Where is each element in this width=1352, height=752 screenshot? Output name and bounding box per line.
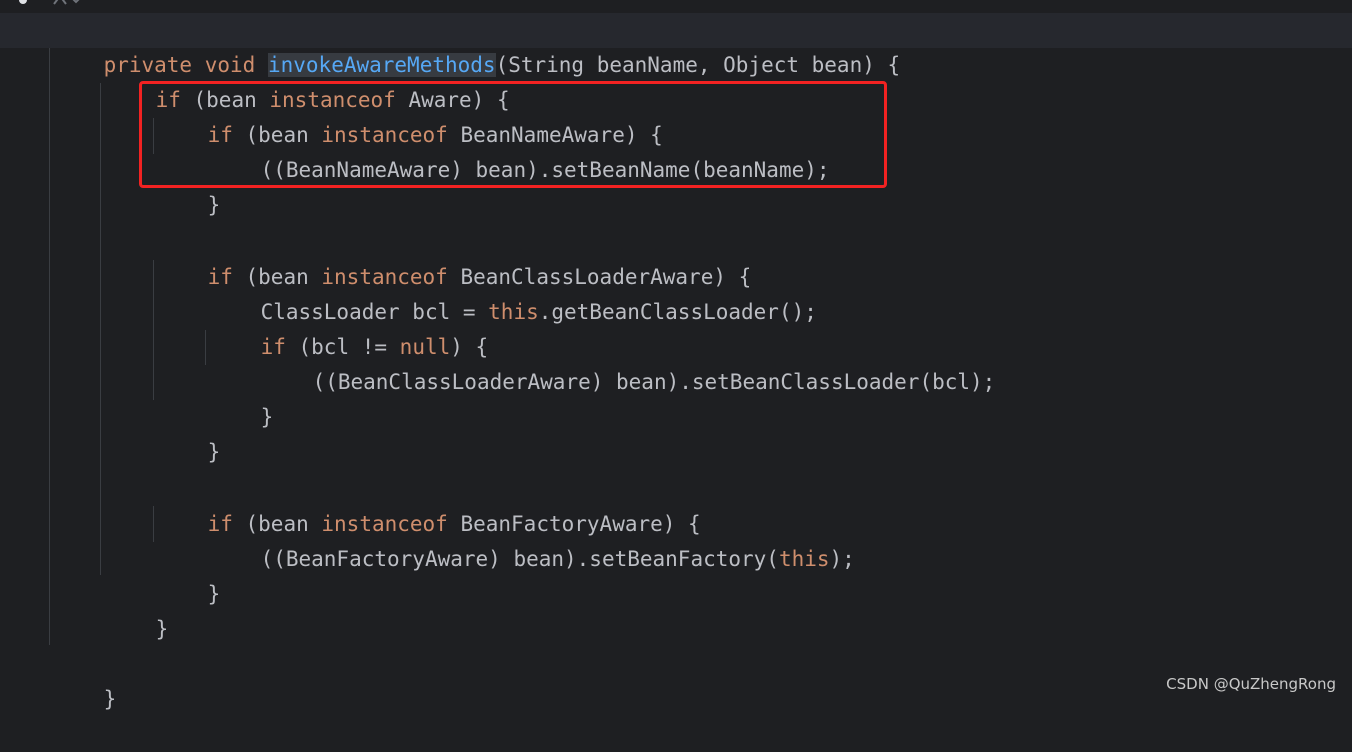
code-line-close-brace[interactable]: } bbox=[0, 542, 221, 606]
code-line-close-brace[interactable]: } bbox=[0, 647, 117, 711]
code-line-method-signature[interactable]: private void invokeAwareMethods(String b… bbox=[0, 13, 1352, 77]
gutter-marker-icon[interactable] bbox=[18, 0, 28, 4]
code-line-beanclassloaderaware-check[interactable]: if (bean instanceof BeanClassLoaderAware… bbox=[0, 225, 752, 289]
annotation-highlight-box bbox=[139, 81, 887, 188]
code-text: ((BeanFactoryAware) bean).setBeanFactory… bbox=[260, 547, 779, 571]
code-editor[interactable]: private void invokeAwareMethods(String b… bbox=[0, 0, 1352, 711]
code-text: ((BeanClassLoaderAware) bean).setBeanCla… bbox=[312, 370, 996, 394]
code-line-close-brace[interactable]: } bbox=[0, 400, 221, 464]
close-brace: } bbox=[207, 582, 221, 606]
code-line-beanfactoryaware-check[interactable]: if (bean instanceof BeanFactoryAware) { bbox=[0, 472, 701, 536]
code-line-close-brace[interactable]: } bbox=[0, 577, 169, 641]
close-brace: } bbox=[155, 617, 169, 641]
code-text: .getBeanClassLoader(); bbox=[538, 300, 817, 324]
method-params: (String beanName, Object bean) { bbox=[495, 53, 901, 77]
close-brace: } bbox=[207, 193, 221, 217]
code-text: ); bbox=[829, 547, 855, 571]
watermark: CSDN @QuZhengRong bbox=[1166, 675, 1336, 693]
override-gutter-icon[interactable] bbox=[52, 0, 82, 6]
close-brace: } bbox=[207, 440, 221, 464]
code-line-setbeanclassloader[interactable]: ((BeanClassLoaderAware) bean).setBeanCla… bbox=[0, 330, 996, 394]
code-line-aware-check[interactable]: if (bean instanceof Aware) { bbox=[0, 48, 510, 112]
code-line-close-brace[interactable]: } bbox=[0, 365, 274, 429]
close-brace: } bbox=[260, 405, 274, 429]
keyword-this: this bbox=[778, 547, 830, 571]
code-line-classloader-decl[interactable]: ClassLoader bcl = this.getBeanClassLoade… bbox=[0, 260, 817, 324]
code-line-setbeanfactory[interactable]: ((BeanFactoryAware) bean).setBeanFactory… bbox=[0, 507, 855, 571]
close-brace: } bbox=[103, 687, 117, 711]
keyword-this: this bbox=[488, 300, 539, 324]
code-line-bcl-null-check[interactable]: if (bcl != null) { bbox=[0, 295, 489, 359]
